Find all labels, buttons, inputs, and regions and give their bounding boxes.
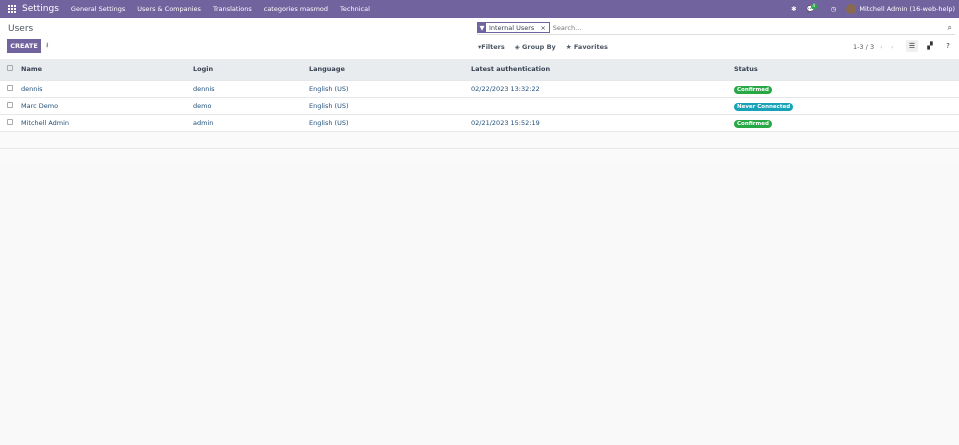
cell-language: English (US) [309,79,471,97]
create-button[interactable]: CREATE [7,39,41,53]
table-row[interactable]: Mitchell Admin admin English (US) 02/21/… [0,113,959,131]
row-checkbox[interactable] [7,101,13,108]
status-badge: Confirmed [734,119,772,128]
prev-icon[interactable]: ‹ [880,43,883,51]
cell-name[interactable]: Mitchell Admin [21,113,193,131]
cell-login: admin [193,113,309,131]
next-icon[interactable]: › [891,43,894,51]
users-table: Name Login Language Latest authenticatio… [0,59,959,165]
search-input[interactable] [552,23,948,32]
avatar [846,4,857,14]
row-checkbox[interactable] [7,84,13,91]
select-all-checkbox[interactable] [7,65,13,72]
chat-icon[interactable]: 💬4 [807,4,821,13]
table-row[interactable]: dennis dennis English (US) 02/22/2023 13… [0,79,959,97]
menu-technical[interactable]: Technical [340,5,370,13]
top-navbar: Settings General Settings Users & Compan… [0,0,959,18]
status-badge: Never Connected [734,102,794,111]
clock-icon[interactable]: ◷ [831,5,837,13]
cell-latest-auth [471,96,734,114]
search-icon[interactable]: ⌕ [948,23,952,33]
user-name: Mitchell Admin (16-web-help) [859,5,955,13]
menu-users-companies[interactable]: Users & Companies [137,5,201,13]
cell-login: dennis [193,79,309,97]
menu-general-settings[interactable]: General Settings [71,5,125,13]
cell-latest-auth: 02/21/2023 15:52:19 [471,113,734,131]
help-icon[interactable]: ? [942,40,954,52]
facet-label: Internal Users [489,23,535,32]
download-icon[interactable]: ⭳ [46,41,48,52]
row-checkbox[interactable] [7,118,13,125]
header-name[interactable]: Name [21,59,193,80]
cell-language: English (US) [309,113,471,131]
user-menu[interactable]: Mitchell Admin (16-web-help) [846,4,955,14]
facet-remove-icon[interactable]: × [537,24,548,32]
filters-button[interactable]: ▾Filters [478,43,505,51]
bug-icon[interactable]: ✱ [791,5,796,13]
pager-value[interactable]: 1-3 / 3 [853,43,874,51]
filter-facet[interactable]: ▼ Internal Users × [477,22,550,33]
list-view-icon[interactable]: ☰ [906,40,918,52]
cell-name[interactable]: dennis [21,79,193,97]
cell-language: English (US) [309,96,471,114]
favorites-button[interactable]: ★ Favorites [566,43,608,51]
kanban-view-icon[interactable]: ▞ [924,40,936,52]
app-name[interactable]: Settings [22,4,59,14]
page-title: Users [8,24,34,34]
status-badge: Confirmed [734,85,772,94]
filter-icon: ▼ [478,23,486,32]
table-row[interactable]: Marc Demo demo English (US) Never Connec… [0,96,959,114]
cell-name[interactable]: Marc Demo [21,96,193,114]
apps-menu-icon[interactable] [8,5,16,13]
header-login[interactable]: Login [193,59,309,80]
header-language[interactable]: Language [309,59,471,80]
group-by-button[interactable]: ◈ Group By [515,43,556,51]
header-status[interactable]: Status [734,59,959,80]
header-latest-auth[interactable]: Latest authentication [471,59,734,80]
control-panel: Users CREATE ⭳ ▼Internal Users× ⌕ ▾Filte… [0,18,959,59]
search-bar: ▼Internal Users× ⌕ [477,21,955,35]
cell-login: demo [193,96,309,114]
menu-translations[interactable]: Translations [213,5,252,13]
menu-categories-masmod[interactable]: categories masmod [264,5,328,13]
chat-count-badge: 4 [810,4,817,9]
cell-latest-auth: 02/22/2023 13:32:22 [471,79,734,97]
